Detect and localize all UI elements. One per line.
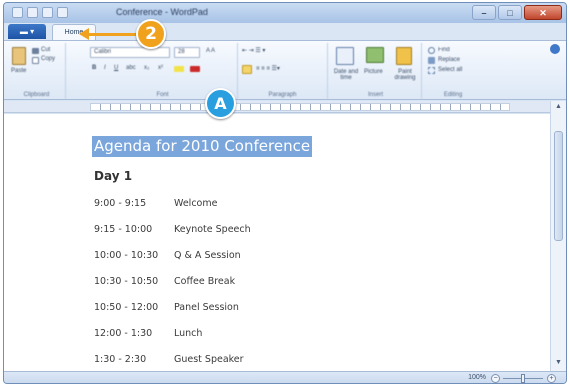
cut-icon (32, 48, 39, 54)
step-callout: 2 (136, 19, 166, 49)
highlight-color-icon[interactable] (174, 66, 184, 72)
vertical-scrollbar[interactable]: ▲ ▼ (550, 101, 566, 371)
insert-group: Date and time Picture Paint drawing Inse… (330, 43, 422, 99)
align-left-button[interactable] (242, 65, 252, 74)
scroll-down-icon[interactable]: ▼ (553, 359, 564, 369)
app-menu-icon[interactable] (12, 7, 23, 18)
agenda-time: 9:15 - 10:00 (94, 224, 153, 235)
paragraph-group: ⇤ ⇥ ☰ ▾ ≡ ≡ ≡ ☰▾ Paragraph (238, 43, 328, 99)
strikethrough-button[interactable]: abc (126, 65, 136, 71)
insert-group-label: Insert (367, 92, 383, 98)
picture-button[interactable]: Picture (364, 69, 383, 75)
agenda-event: Panel Session (174, 302, 239, 313)
paste-icon[interactable] (12, 47, 26, 65)
agenda-row[interactable]: 12:00 - 1:30 Lunch (94, 328, 202, 339)
agenda-event: Lunch (174, 328, 203, 339)
agenda-event: Coffee Break (174, 276, 236, 287)
italic-button[interactable]: I (104, 65, 106, 71)
title-bar: Conference - WordPad – □ ✕ (4, 3, 566, 23)
zoom-slider-knob[interactable] (521, 374, 525, 383)
paint-drawing-icon[interactable] (396, 47, 412, 65)
find-button[interactable]: Find (438, 47, 450, 53)
paint-drawing-button[interactable]: Paint drawing (390, 69, 420, 81)
subscript-button[interactable]: x₂ (144, 65, 149, 71)
agenda-time: 10:00 - 10:30 (94, 250, 159, 261)
clipboard-group-label: Clipboard (23, 92, 50, 98)
zoom-out-button[interactable]: − (491, 374, 500, 383)
agenda-row[interactable]: 10:00 - 10:30 Q & A Session (94, 250, 241, 261)
document-area[interactable]: Agenda for 2010 Conference Day 1 9:00 - … (4, 114, 552, 371)
grow-shrink-font-buttons[interactable]: A A (206, 48, 215, 54)
select-all-icon (428, 67, 435, 74)
ruler-scale (90, 103, 510, 111)
cut-button[interactable]: Cut (41, 47, 50, 53)
agenda-event: Guest Speaker (174, 354, 244, 365)
minimize-button[interactable]: – (472, 5, 496, 20)
find-icon (428, 47, 435, 54)
font-color-icon[interactable] (190, 66, 200, 72)
agenda-row[interactable]: 1:30 - 2:30 Guest Speaker (94, 354, 244, 365)
scroll-up-icon[interactable]: ▲ (553, 103, 564, 113)
agenda-time: 9:00 - 9:15 (94, 198, 147, 209)
agenda-time: 12:00 - 1:30 (94, 328, 153, 339)
marker-callout: A (205, 88, 236, 119)
agenda-row[interactable]: 9:00 - 9:15 Welcome (94, 198, 217, 209)
help-icon[interactable] (550, 44, 560, 54)
font-size-value: 28 (178, 49, 185, 55)
replace-icon (428, 57, 435, 64)
undo-icon[interactable] (42, 7, 53, 18)
font-name-value: Calibri (94, 49, 112, 55)
clipboard-group: Paste Cut Copy Clipboard (8, 43, 66, 99)
document-title-selected[interactable]: Agenda for 2010 Conference (92, 136, 313, 157)
agenda-row[interactable]: 9:15 - 10:00 Keynote Speech (94, 224, 251, 235)
paste-button[interactable]: Paste (11, 68, 26, 74)
file-menu-tab[interactable]: ▬ ▾ (8, 24, 46, 39)
paragraph-group-label: Paragraph (268, 92, 297, 98)
select-all-button[interactable]: Select all (438, 67, 462, 73)
agenda-event: Keynote Speech (174, 224, 251, 235)
agenda-time: 1:30 - 2:30 (94, 354, 147, 365)
menu-icon: ▬ ▾ (19, 27, 35, 36)
copy-button[interactable]: Copy (41, 56, 55, 62)
callout-arrow (88, 33, 136, 36)
editing-group: Find Replace Select all Editing (424, 43, 482, 99)
day-heading[interactable]: Day 1 (94, 169, 132, 183)
agenda-row[interactable]: 10:50 - 12:00 Panel Session (94, 302, 239, 313)
status-bar: 100% − + (4, 371, 566, 383)
redo-icon[interactable] (57, 7, 68, 18)
copy-icon (32, 57, 39, 64)
indent-buttons[interactable]: ⇤ ⇥ ☰ ▾ (242, 47, 265, 54)
close-button[interactable]: ✕ (524, 5, 562, 20)
ruler[interactable] (4, 101, 552, 113)
quick-access-toolbar (12, 7, 68, 18)
save-icon[interactable] (27, 7, 38, 18)
scroll-thumb[interactable] (554, 131, 563, 241)
picture-icon[interactable] (366, 47, 384, 63)
underline-button[interactable]: U (114, 65, 118, 71)
maximize-button[interactable]: □ (498, 5, 522, 20)
tab-home[interactable]: Home (52, 24, 96, 40)
agenda-time: 10:30 - 10:50 (94, 276, 159, 287)
superscript-button[interactable]: x² (158, 65, 163, 71)
replace-button[interactable]: Replace (438, 57, 460, 63)
agenda-event: Welcome (174, 198, 218, 209)
agenda-time: 10:50 - 12:00 (94, 302, 159, 313)
agenda-event: Q & A Session (174, 250, 241, 261)
ribbon: Paste Cut Copy Clipboard Calibri 28 A A … (4, 40, 566, 100)
zoom-level: 100% (468, 374, 486, 381)
bold-button[interactable]: B (92, 65, 96, 71)
zoom-in-button[interactable]: + (547, 374, 556, 383)
window-controls: – □ ✕ (472, 5, 562, 20)
date-time-button[interactable]: Date and time (332, 69, 360, 81)
agenda-row[interactable]: 10:30 - 10:50 Coffee Break (94, 276, 235, 287)
window-title: Conference - WordPad (116, 7, 208, 17)
align-buttons[interactable]: ≡ ≡ ≡ ☰▾ (256, 65, 280, 72)
date-time-icon[interactable] (336, 47, 354, 65)
wordpad-window: Conference - WordPad – □ ✕ ▬ ▾ Home Past… (3, 2, 567, 384)
editing-group-label: Editing (443, 92, 463, 98)
